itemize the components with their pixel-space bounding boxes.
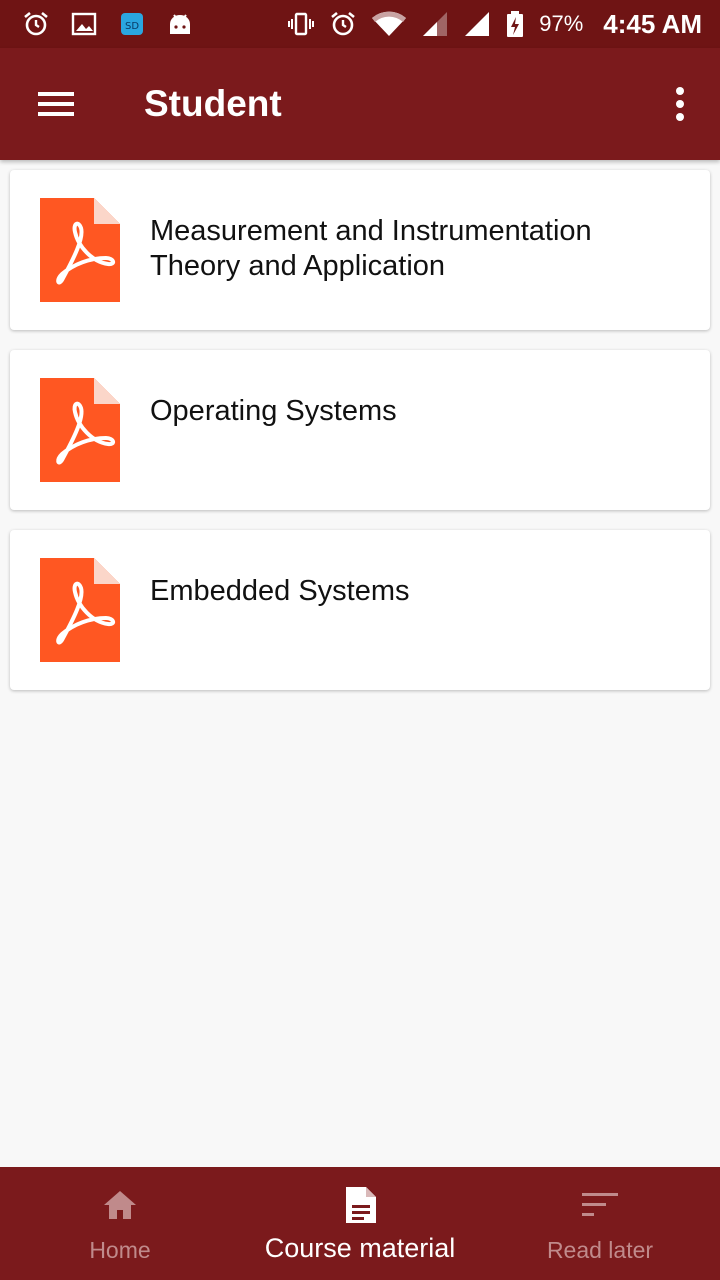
document-card[interactable]: Operating Systems [10, 350, 710, 510]
nav-read-later[interactable]: Read later [480, 1167, 720, 1280]
more-vert-icon [676, 87, 684, 121]
nav-home-label: Home [89, 1237, 151, 1263]
more-options-button[interactable] [640, 48, 720, 160]
alarm-icon [329, 10, 357, 38]
nav-home[interactable]: Home [0, 1167, 240, 1280]
pdf-icon [40, 558, 120, 662]
wifi-icon [371, 10, 407, 38]
image-icon [70, 10, 98, 38]
nav-read-later-label: Read later [546, 1237, 654, 1263]
menu-icon [38, 92, 74, 116]
battery-percentage: 97% [539, 11, 584, 36]
document-card[interactable]: Embedded Systems [10, 530, 710, 690]
bottom-navigation: Home Course material Read later [0, 1167, 720, 1280]
home-icon [104, 1191, 136, 1219]
signal-icon [463, 10, 491, 38]
alarm-icon [22, 10, 50, 38]
pdf-icon [40, 198, 120, 302]
sd-card-icon: SD [118, 10, 146, 38]
status-bar: SD 97% 4:45 AM [0, 0, 720, 48]
pdf-icon [40, 378, 120, 482]
signal-icon [421, 10, 449, 38]
android-icon [166, 10, 194, 38]
app-bar: Student [0, 48, 720, 160]
status-time: 4:45 AM [603, 8, 702, 39]
document-title: Embedded Systems [150, 575, 410, 607]
battery-charging-icon [505, 10, 525, 38]
sort-icon [582, 1193, 618, 1216]
document-card[interactable]: Measurement and Instrumentation Theory a… [10, 170, 710, 330]
document-icon [346, 1187, 376, 1223]
document-title: Measurement and Instrumentation Theory a… [150, 215, 592, 282]
sd-label: SD [125, 21, 139, 32]
page-title: Student [144, 83, 282, 124]
nav-course-material[interactable]: Course material [240, 1167, 480, 1280]
menu-button[interactable] [0, 48, 112, 160]
nav-course-material-label: Course material [264, 1233, 456, 1263]
document-title: Operating Systems [150, 395, 397, 427]
vibrate-icon [287, 10, 315, 38]
